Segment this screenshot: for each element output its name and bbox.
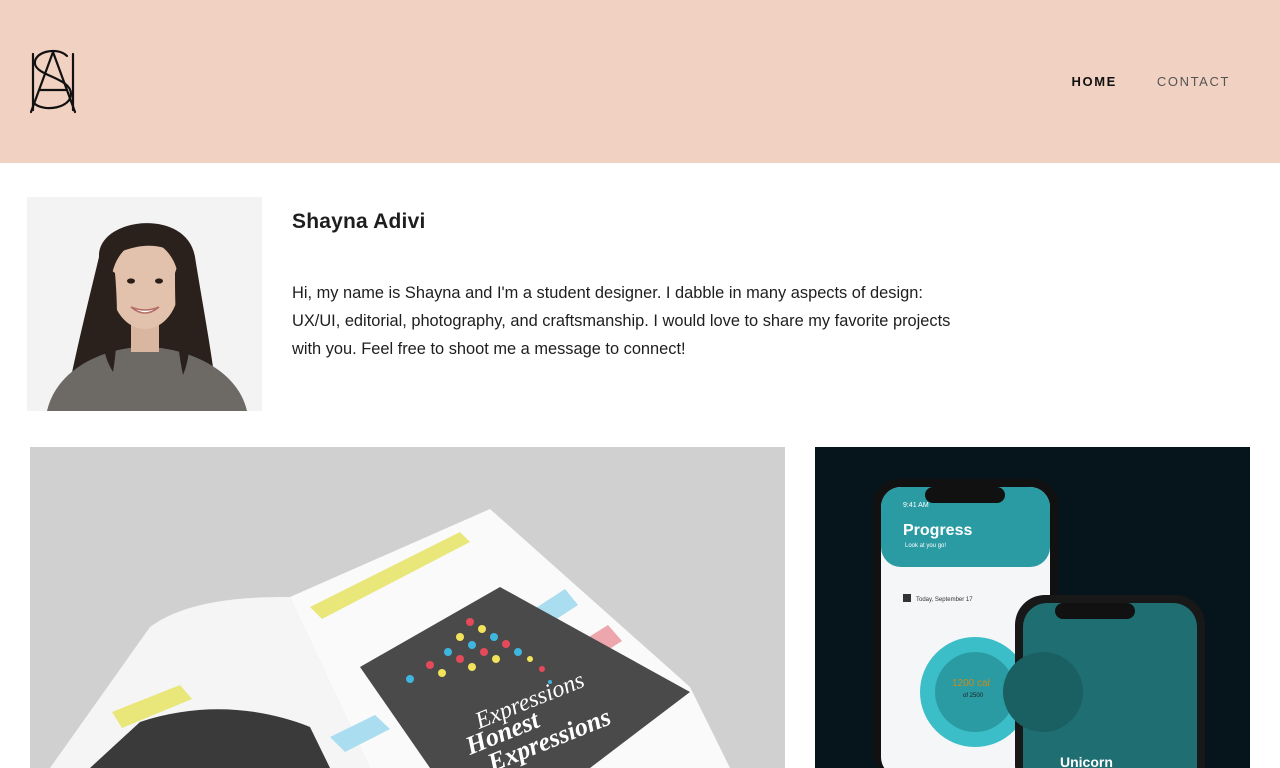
project-card-magazine[interactable]: Honest Expressions Expressions: [30, 447, 785, 768]
app-progress-subtitle: Look at you go!: [905, 543, 946, 549]
app-date: Today, September 17: [916, 597, 973, 603]
logo-monogram[interactable]: [27, 48, 79, 116]
nav-home-link[interactable]: HOME: [1072, 74, 1117, 89]
nav-contact-link[interactable]: CONTACT: [1157, 74, 1230, 89]
profile-name: Shayna Adivi: [292, 210, 426, 233]
app-calories: 1200 cal: [952, 678, 990, 689]
main-nav: HOME CONTACT: [1072, 74, 1230, 89]
profile-photo: [27, 197, 262, 411]
app-status-time: 9:41 AM: [903, 502, 929, 509]
profile-bio: Hi, my name is Shayna and I'm a student …: [292, 284, 951, 358]
app-next-title: Unicorn: [1060, 754, 1113, 768]
site-header: HOME CONTACT: [0, 0, 1280, 163]
app-calories-goal: of 2500: [963, 693, 984, 699]
app-progress-title: Progress: [903, 522, 972, 539]
project-card-app[interactable]: 9:41 AM Progress Look at you go! Today, …: [815, 447, 1250, 768]
